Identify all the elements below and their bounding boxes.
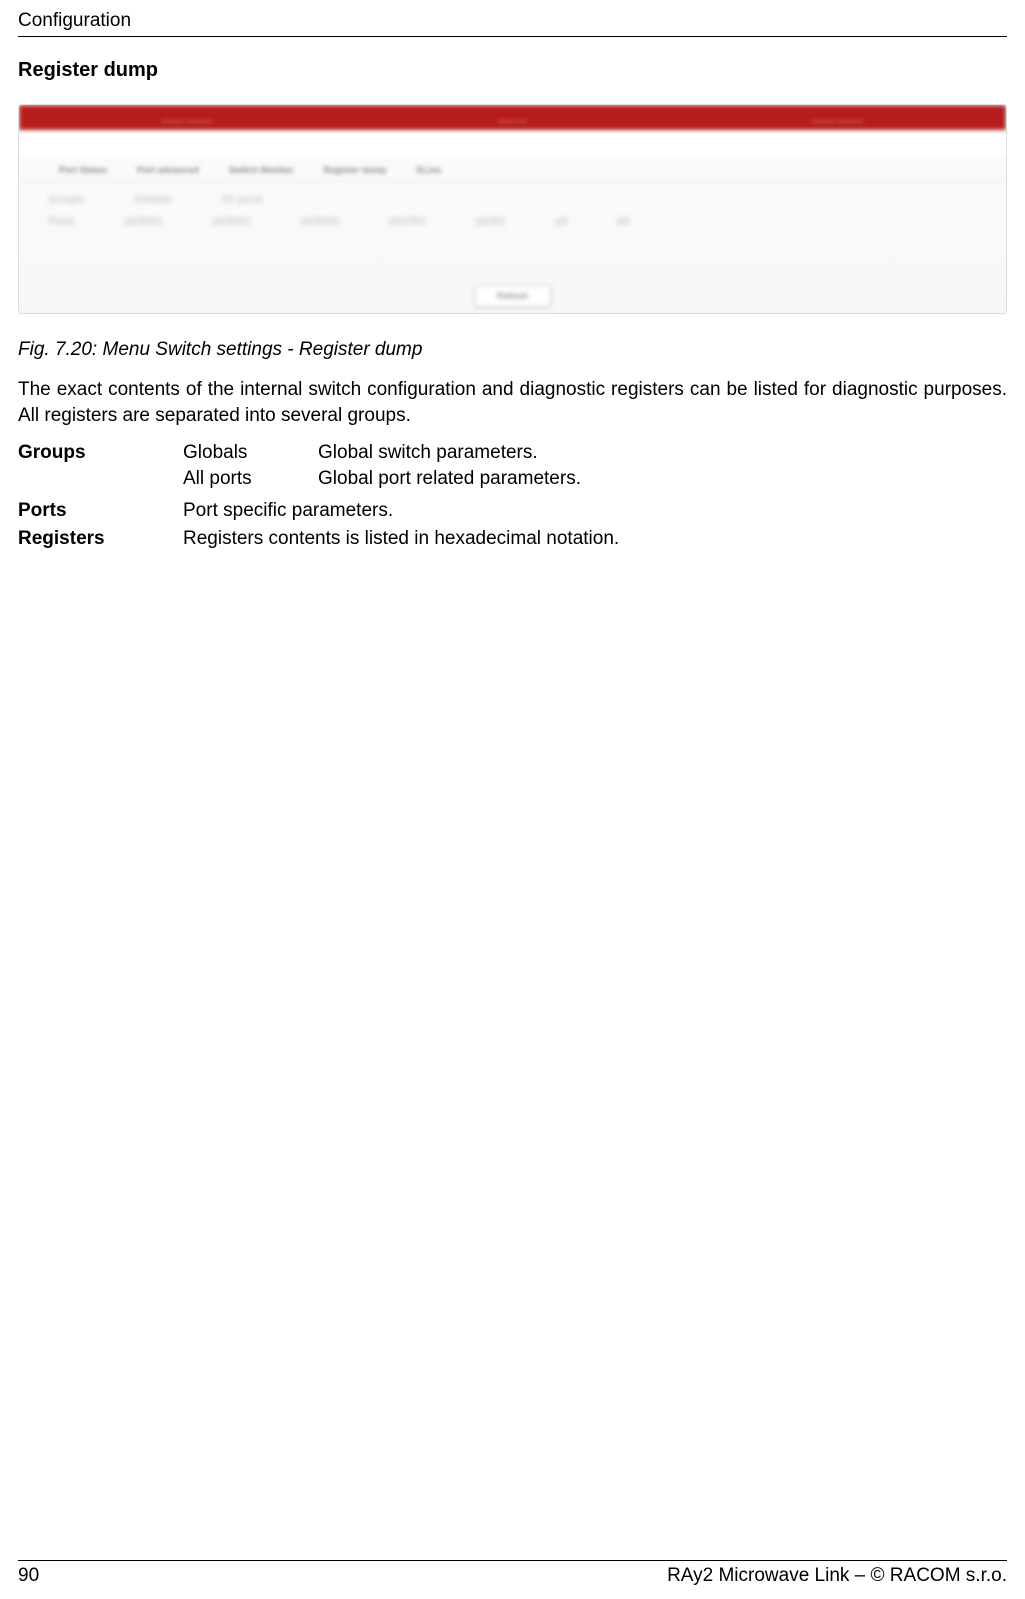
footer-line: 90 RAy2 Microwave Link – © RACOM s.r.o.	[18, 1565, 1007, 1587]
def-subkey: All ports	[183, 468, 318, 490]
ss-opt: p5	[556, 216, 568, 226]
def-subrow: All ports Global port related parameters…	[183, 468, 1007, 490]
def-content: Registers contents is listed in hexadeci…	[183, 528, 1007, 550]
ss-opt: p5/CPU	[389, 216, 427, 226]
ss-tab: Port Status	[59, 165, 107, 175]
def-subval: Global switch parameters.	[318, 442, 1007, 464]
ss-tab: Switch Monitor	[229, 165, 294, 175]
ss-tab: Port advanced	[137, 165, 199, 175]
embedded-screenshot: _____ __________ _______ ______ Port Sta…	[18, 104, 1007, 314]
ss-whitespace	[19, 130, 1006, 158]
def-label: Ports	[18, 500, 183, 522]
ss-opt: p2/Eth1	[125, 216, 163, 226]
footer-rule	[18, 1560, 1007, 1561]
def-subrow: Globals Global switch parameters.	[183, 442, 1007, 464]
def-groups: Groups Globals Global switch parameters.…	[18, 442, 1007, 494]
ss-opt: Globals	[135, 194, 173, 204]
def-subval: Global port related parameters.	[318, 468, 1007, 490]
body-paragraph: The exact contents of the internal switc…	[18, 377, 1007, 428]
ss-label: Groups	[49, 194, 85, 204]
def-ports: Ports Port specific parameters.	[18, 500, 1007, 522]
ss-label: Ports	[49, 216, 75, 226]
ss-opt: All ports	[222, 194, 264, 204]
ss-opt: p4/Eth3	[301, 216, 339, 226]
page: Configuration Register dump _____ ______…	[0, 0, 1025, 1599]
ss-tab: ELine	[417, 165, 442, 175]
ss-body: Groups Globals All ports Ports p2/Eth1 p…	[19, 182, 1006, 250]
ss-topbar: _____ __________ _______ ______	[19, 105, 1006, 130]
def-subkey: Globals	[183, 442, 318, 464]
ss-opt: p6/Air	[477, 216, 507, 226]
def-content: Globals Global switch parameters. All po…	[183, 442, 1007, 494]
ss-tab: Register dump	[324, 165, 387, 175]
figure-caption: Fig. 7.20: Menu Switch settings - Regist…	[18, 339, 1007, 361]
def-content: Port specific parameters.	[183, 500, 1007, 522]
header-rule	[18, 36, 1007, 37]
page-number: 90	[18, 1565, 39, 1587]
ss-button-wrap: Refresh	[474, 283, 552, 307]
running-header: Configuration	[18, 10, 1007, 32]
ss-opt: p3/Eth2	[213, 216, 251, 226]
page-footer: 90 RAy2 Microwave Link – © RACOM s.r.o.	[18, 1560, 1007, 1587]
def-registers: Registers Registers contents is listed i…	[18, 528, 1007, 550]
def-label: Registers	[18, 528, 183, 550]
def-label: Groups	[18, 442, 183, 494]
ss-refresh-button: Refresh	[474, 285, 552, 307]
footer-right: RAy2 Microwave Link – © RACOM s.r.o.	[667, 1565, 1007, 1587]
section-title: Register dump	[18, 59, 1007, 82]
ss-tabs: Port Status Port advanced Switch Monitor…	[19, 158, 1006, 182]
ss-opt: p6	[618, 216, 630, 226]
